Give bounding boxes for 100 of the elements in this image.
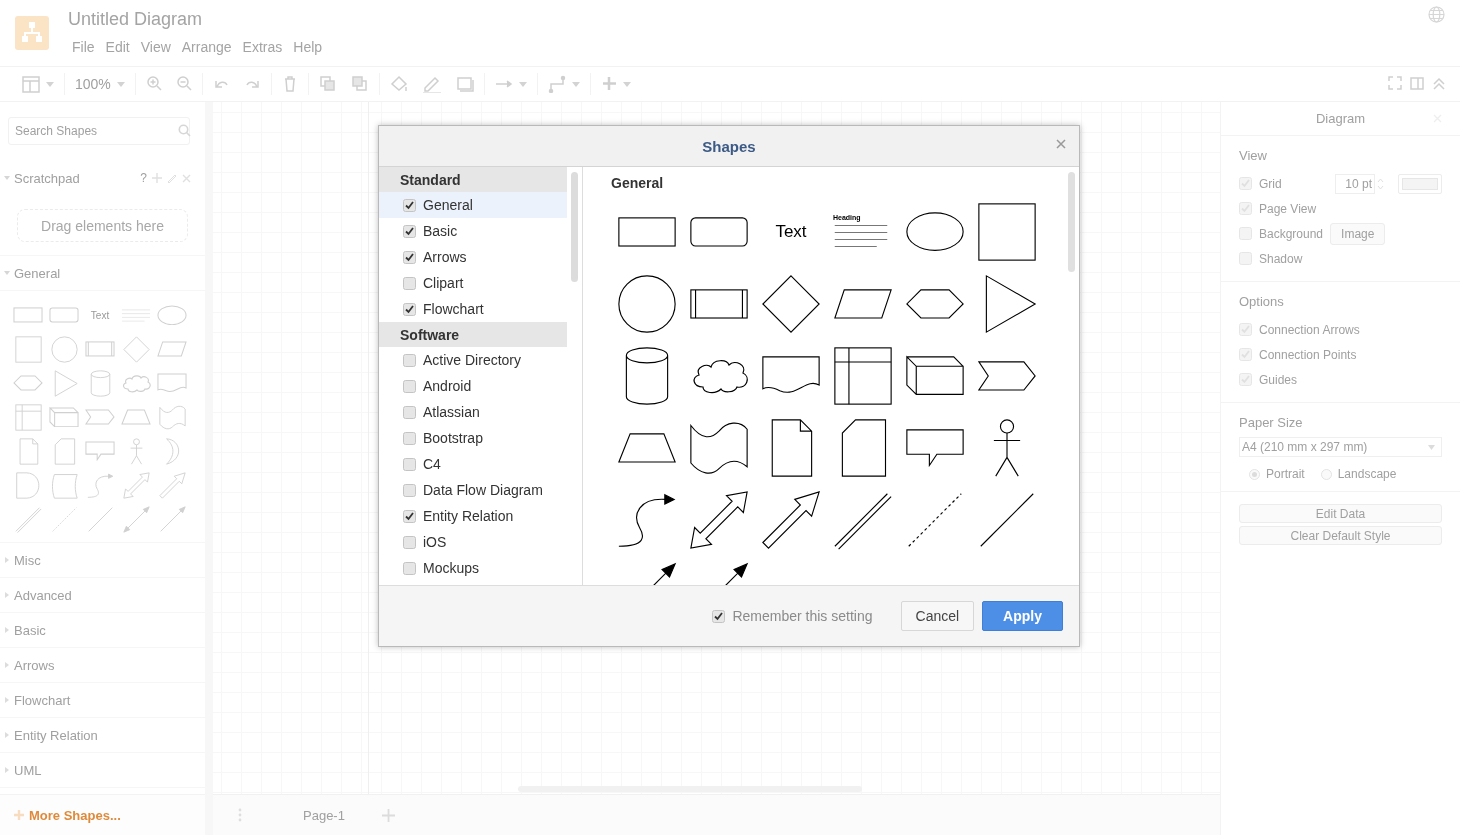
checkbox[interactable] [403,405,416,419]
shadow-icon[interactable] [455,75,474,93]
library-item[interactable]: Mockups [379,555,567,581]
library-item[interactable]: Basic [379,218,567,244]
caret-icon[interactable] [4,270,10,276]
library-item[interactable]: Clipart [379,270,567,296]
cube-icon[interactable] [905,355,965,397]
apply-button[interactable]: Apply [982,601,1063,631]
menu-item[interactable]: Help [289,37,330,57]
checkbox[interactable] [403,535,416,549]
caret-icon[interactable] [622,81,631,87]
search-field[interactable]: Search Shapes [8,117,190,145]
checkbox[interactable] [403,250,416,264]
scrollbar[interactable] [1068,172,1075,272]
checkbox[interactable] [403,353,416,367]
caret-icon[interactable] [4,557,10,563]
caret-icon[interactable] [518,81,527,87]
menu-item[interactable]: File [68,37,102,57]
menu-item[interactable]: Edit [101,37,137,57]
hexagon-icon[interactable] [905,288,965,320]
checkbox[interactable] [403,431,416,445]
caret-icon[interactable] [571,81,580,87]
library-item[interactable]: Atlassian [379,399,567,425]
caret-icon[interactable] [4,732,10,738]
fill-color-icon[interactable] [389,75,408,93]
checkbox[interactable] [712,609,726,623]
caret-icon[interactable] [4,592,10,598]
checkbox[interactable] [403,483,416,497]
zoom-in-icon[interactable] [145,75,162,93]
search-icon[interactable] [178,124,191,137]
library-item[interactable]: Bootstrap [379,425,567,451]
menu-item[interactable]: View [136,37,178,57]
library-item[interactable]: Active Directory [379,347,567,373]
send-to-back-icon[interactable] [350,75,369,93]
callout-icon[interactable] [905,428,965,468]
checkbox[interactable] [403,224,416,238]
library-item[interactable]: Data Flow Diagram [379,477,567,503]
library-item[interactable]: Flowchart [379,296,567,322]
checkbox[interactable] [403,457,416,471]
cancel-button[interactable]: Cancel [900,601,975,631]
process-icon[interactable] [689,288,749,320]
library-item[interactable]: General [379,192,567,218]
checkbox[interactable] [403,198,416,212]
bring-to-front-icon[interactable] [318,75,337,93]
section-header[interactable]: UML [0,753,205,788]
zoom-out-icon[interactable] [175,75,192,93]
caret-icon[interactable] [4,627,10,633]
image-button[interactable]: Image [1330,222,1386,245]
checkbox[interactable] [1239,348,1252,361]
scrollbar[interactable] [571,172,578,282]
section-header[interactable]: Advanced [0,578,205,613]
dashed-line-icon[interactable] [50,505,78,533]
paper-size-select[interactable]: A4 (210 mm x 297 mm) [1239,437,1442,457]
section-header[interactable]: Misc [0,543,205,578]
section-header[interactable]: Arrows [0,648,205,683]
pencil-icon[interactable] [167,173,177,183]
step-icon[interactable] [977,360,1037,392]
caret-icon[interactable] [4,662,10,668]
text-shape[interactable]: Text [90,309,110,321]
radio-button[interactable] [1249,468,1260,480]
checkbox[interactable] [403,561,416,575]
diamond-icon[interactable] [761,274,821,334]
arrow-icon[interactable] [761,490,821,550]
section-header[interactable]: Entity Relation [0,718,205,753]
plus-icon[interactable] [382,808,395,822]
ellipse-icon[interactable] [905,211,965,253]
library-item[interactable]: C4 [379,451,567,477]
color-swatch[interactable] [1398,173,1442,194]
text-shape[interactable]: Text [775,222,807,242]
plus-icon[interactable] [600,75,617,93]
plus-icon[interactable] [152,173,162,183]
checkbox[interactable] [1239,252,1252,265]
section-header[interactable]: Scratchpad ? [0,161,205,195]
panel-button[interactable]: Edit Data [1239,504,1442,523]
zoom-level[interactable]: 100% [75,76,111,92]
drop-zone[interactable]: Drag elements here [17,209,188,242]
checkbox[interactable] [403,276,416,290]
checkbox[interactable] [1239,373,1252,386]
caret-icon[interactable] [4,697,10,703]
section-header[interactable]: Flowchart [0,683,205,718]
grid-size-field[interactable]: 10 pt [1335,173,1375,194]
help-icon[interactable]: ? [140,171,147,185]
checkbox[interactable] [403,302,416,316]
double-arrow-line-icon[interactable] [122,505,150,533]
library-item[interactable]: Entity Relation [379,503,567,529]
layout-icon[interactable] [22,75,40,93]
checkbox[interactable] [403,509,416,523]
section-header[interactable]: General [0,256,205,291]
diagram-title[interactable]: Untitled Diagram [68,8,203,30]
trapezoid-icon[interactable] [617,432,677,464]
library-item[interactable]: iOS [379,529,567,555]
menu-item[interactable]: Arrange [177,37,239,57]
table-icon[interactable] [833,346,893,406]
parallelogram-icon[interactable] [833,288,893,320]
panel-button[interactable]: Clear Default Style [1239,526,1442,545]
rectangle-icon[interactable] [617,216,677,248]
menu-item[interactable]: Extras [238,37,290,57]
library-item[interactable]: Android [379,373,567,399]
square-icon[interactable] [977,202,1037,262]
page-tab[interactable]: Page-1 [303,807,363,823]
